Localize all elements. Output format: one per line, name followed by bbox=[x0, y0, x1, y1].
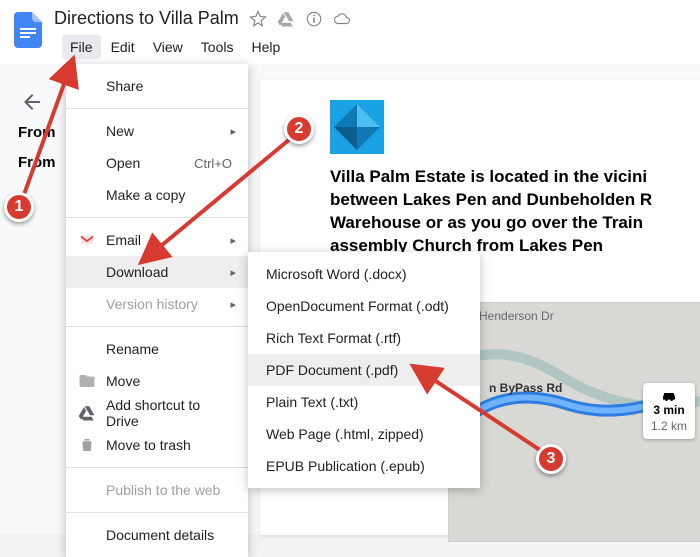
menu-item-document-details[interactable]: Document details bbox=[66, 519, 248, 551]
download-epub[interactable]: EPUB Publication (.epub) bbox=[248, 450, 480, 482]
menu-item-version-history[interactable]: Version history bbox=[66, 288, 248, 320]
file-menu-dropdown: Share New Open Ctrl+O Make a copy Email D… bbox=[66, 64, 248, 557]
menu-file[interactable]: File bbox=[62, 35, 101, 59]
star-icon[interactable] bbox=[249, 10, 267, 28]
menu-edit[interactable]: Edit bbox=[103, 35, 143, 59]
body-line: Villa Palm Estate is located in the vici… bbox=[330, 166, 690, 189]
menu-item-email[interactable]: Email bbox=[66, 224, 248, 256]
label: PDF Document (.pdf) bbox=[266, 362, 398, 378]
menu-item-make-copy[interactable]: Make a copy bbox=[66, 179, 248, 211]
label: Web Page (.html, zipped) bbox=[266, 426, 424, 442]
menu-item-add-shortcut[interactable]: Add shortcut to Drive bbox=[66, 397, 248, 429]
label: Open bbox=[106, 155, 140, 171]
menu-item-move-to-trash[interactable]: Move to trash bbox=[66, 429, 248, 461]
label: Version history bbox=[106, 296, 198, 312]
menu-item-share[interactable]: Share bbox=[66, 70, 248, 102]
menu-separator bbox=[66, 512, 248, 513]
body-line: Warehouse or as you go over the Train bbox=[330, 212, 690, 235]
menubar: File Edit View Tools Help bbox=[48, 35, 692, 59]
map-time-badge: 3 min 1.2 km bbox=[643, 383, 695, 439]
annotation-callout-3: 3 bbox=[536, 444, 566, 474]
annotation-callout-1: 1 bbox=[4, 192, 34, 222]
folder-move-icon bbox=[78, 372, 96, 390]
app-header: Directions to Villa Palm File Edit View … bbox=[0, 0, 700, 64]
label: Add shortcut to Drive bbox=[106, 397, 232, 429]
menu-item-new[interactable]: New bbox=[66, 115, 248, 147]
menu-help[interactable]: Help bbox=[243, 35, 288, 59]
label: Email bbox=[106, 232, 141, 248]
label: Microsoft Word (.docx) bbox=[266, 266, 407, 282]
menu-tools[interactable]: Tools bbox=[193, 35, 242, 59]
menu-separator bbox=[66, 326, 248, 327]
inline-image-logo bbox=[330, 100, 384, 154]
drive-icon[interactable] bbox=[277, 10, 295, 28]
label: Share bbox=[106, 78, 143, 94]
trash-icon bbox=[78, 436, 96, 454]
menu-separator bbox=[66, 108, 248, 109]
badge-distance: 1.2 km bbox=[651, 419, 687, 433]
label: EPUB Publication (.epub) bbox=[266, 458, 425, 474]
badge-time: 3 min bbox=[653, 403, 684, 417]
download-submenu: Microsoft Word (.docx) OpenDocument Form… bbox=[248, 252, 480, 488]
download-rtf[interactable]: Rich Text Format (.rtf) bbox=[248, 322, 480, 354]
street-label: n ByPass Rd bbox=[489, 381, 562, 395]
menu-item-move[interactable]: Move bbox=[66, 365, 248, 397]
label: New bbox=[106, 123, 134, 139]
label: Document details bbox=[106, 527, 214, 543]
menu-item-download[interactable]: Download bbox=[66, 256, 248, 288]
download-odt[interactable]: OpenDocument Format (.odt) bbox=[248, 290, 480, 322]
label: Publish to the web bbox=[106, 482, 220, 498]
annotation-callout-2: 2 bbox=[284, 114, 314, 144]
menu-separator bbox=[66, 467, 248, 468]
download-pdf[interactable]: PDF Document (.pdf) bbox=[248, 354, 480, 386]
menu-separator bbox=[66, 217, 248, 218]
label: Plain Text (.txt) bbox=[266, 394, 358, 410]
menu-item-open[interactable]: Open Ctrl+O bbox=[66, 147, 248, 179]
menu-item-rename[interactable]: Rename bbox=[66, 333, 248, 365]
street-label: Henderson Dr bbox=[479, 309, 554, 323]
download-html[interactable]: Web Page (.html, zipped) bbox=[248, 418, 480, 450]
docs-logo[interactable] bbox=[8, 8, 48, 56]
menu-view[interactable]: View bbox=[145, 35, 191, 59]
label: Rename bbox=[106, 341, 159, 357]
document-title[interactable]: Directions to Villa Palm bbox=[54, 8, 239, 29]
menu-item-publish[interactable]: Publish to the web bbox=[66, 474, 248, 506]
document-body-text: Villa Palm Estate is located in the vici… bbox=[330, 166, 690, 258]
label: Rich Text Format (.rtf) bbox=[266, 330, 401, 346]
map-image: Henderson Dr n ByPass Rd 3 min 1.2 km bbox=[448, 302, 700, 542]
label: Move bbox=[106, 373, 140, 389]
label: OpenDocument Format (.odt) bbox=[266, 298, 449, 314]
download-docx[interactable]: Microsoft Word (.docx) bbox=[248, 258, 480, 290]
shortcut: Ctrl+O bbox=[194, 156, 232, 171]
back-arrow-icon[interactable] bbox=[20, 90, 44, 114]
cloud-saved-icon[interactable] bbox=[333, 10, 351, 28]
info-icon[interactable] bbox=[305, 10, 323, 28]
doc-text-fragment: From bbox=[18, 124, 56, 141]
label: Move to trash bbox=[106, 437, 191, 453]
doc-text-fragment: From bbox=[18, 154, 56, 171]
car-icon bbox=[661, 389, 677, 401]
gmail-icon bbox=[78, 231, 96, 249]
download-txt[interactable]: Plain Text (.txt) bbox=[248, 386, 480, 418]
drive-shortcut-icon bbox=[78, 404, 96, 422]
label: Make a copy bbox=[106, 187, 185, 203]
label: Download bbox=[106, 264, 168, 280]
body-line: between Lakes Pen and Dunbeholden R bbox=[330, 189, 690, 212]
